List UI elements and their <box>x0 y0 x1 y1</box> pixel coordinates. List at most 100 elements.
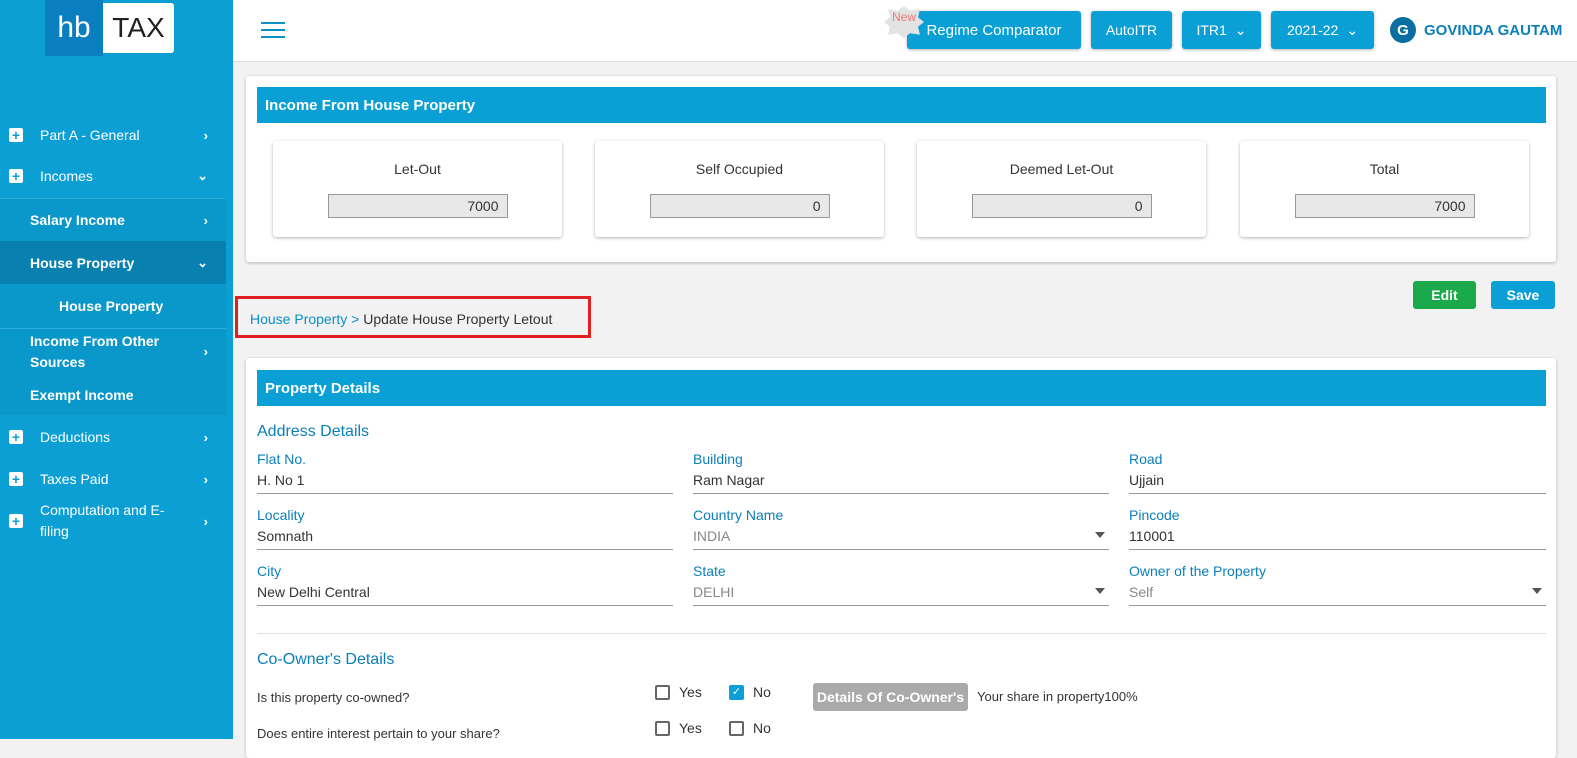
itr-value: ITR1 <box>1196 22 1227 38</box>
label: City <box>257 563 282 579</box>
user-menu[interactable]: G GOVINDA GAUTAM <box>1390 17 1562 43</box>
user-name: GOVINDA GAUTAM <box>1424 21 1563 39</box>
breadcrumb-house-property[interactable]: House Property > <box>250 311 359 327</box>
save-button[interactable]: Save <box>1491 281 1555 309</box>
breadcrumb: House Property > Update House Property L… <box>235 296 591 338</box>
plus-icon: + <box>9 128 23 142</box>
year-dropdown[interactable]: 2021-22 ⌄ <box>1271 11 1374 49</box>
chevron-down-icon: ⌄ <box>197 168 208 183</box>
value[interactable]: New Delhi Central <box>257 584 673 606</box>
value[interactable]: Somnath <box>257 528 673 550</box>
label: Road <box>1129 451 1163 467</box>
share-text: Your share in property100% <box>977 689 1138 704</box>
sidebar-item-part-a[interactable]: + Part A - General › <box>0 121 226 149</box>
card-self-occupied: Self Occupied 0 <box>595 141 884 237</box>
interest-no-checkbox[interactable] <box>729 721 744 736</box>
card-value: 0 <box>971 194 1152 218</box>
card-value: 0 <box>649 194 830 218</box>
value[interactable]: Ujjain <box>1129 472 1546 494</box>
coowner-details-title: Co-Owner's Details <box>257 651 395 668</box>
sidebar-item-exempt-income[interactable]: Exempt Income <box>0 374 226 415</box>
menu-icon[interactable] <box>261 22 285 40</box>
value[interactable]: Ram Nagar <box>693 472 1109 494</box>
new-badge: New <box>884 6 924 38</box>
label: House Property <box>59 298 164 314</box>
road-field[interactable]: Road Ujjain <box>1129 451 1546 494</box>
value[interactable]: H. No 1 <box>257 472 673 494</box>
sidebar-item-house-property[interactable]: House Property ⌄ <box>0 241 226 284</box>
card-label: Total <box>1369 161 1400 177</box>
pincode-field[interactable]: Pincode 110001 <box>1129 507 1546 550</box>
label: Building <box>693 451 743 467</box>
sidebar: hb TAX + Part A - General › + Incomes ⌄ Salar… <box>0 0 233 739</box>
sidebar-item-deductions[interactable]: + Deductions › <box>0 423 226 451</box>
building-field[interactable]: Building Ram Nagar <box>693 451 1109 494</box>
card-label: Deemed Let-Out <box>1009 161 1114 177</box>
summary-title: Income From House Property <box>257 87 1546 123</box>
coowner-details-button[interactable]: Details Of Co-Owner's <box>813 683 968 711</box>
logo[interactable]: hb TAX <box>45 0 174 56</box>
chevron-down-icon: ⌄ <box>1346 21 1359 38</box>
no-label: No <box>753 684 771 700</box>
label: Pincode <box>1129 507 1180 523</box>
interest-yes-checkbox[interactable] <box>655 721 670 736</box>
breadcrumb-current: Update House Property Letout <box>363 311 553 327</box>
card-label: Let-Out <box>394 161 441 177</box>
regime-comparator-button[interactable]: Regime Comparator <box>907 11 1081 49</box>
sidebar-item-other-sources[interactable]: Income From Other Sources › <box>0 328 226 374</box>
sidebar-item-computation[interactable]: + Computation and E-filing › <box>0 500 226 542</box>
yes-label: Yes <box>679 684 702 700</box>
summary-panel: Income From House Property Let-Out 7000 S… <box>246 76 1556 262</box>
sidebar-subitem-house-property[interactable]: House Property <box>0 284 226 328</box>
itr-dropdown[interactable]: ITR1 ⌄ <box>1182 11 1261 49</box>
label: Part A - General <box>40 127 140 143</box>
label: Locality <box>257 507 305 523</box>
label: Salary Income <box>30 212 125 228</box>
edit-button[interactable]: Edit <box>1413 281 1476 309</box>
chevron-right-icon: › <box>203 344 208 359</box>
plus-icon: + <box>9 472 23 486</box>
label: Computation and E-filing <box>40 502 165 539</box>
chevron-right-icon: › <box>203 513 208 529</box>
value: INDIA <box>693 528 731 544</box>
card-value: 7000 <box>327 194 508 218</box>
no-label: No <box>753 720 771 736</box>
select[interactable]: DELHI <box>693 584 1109 606</box>
city-field[interactable]: City New Delhi Central <box>257 563 673 606</box>
select[interactable]: Self <box>1129 584 1546 606</box>
co-owned-no-checkbox[interactable]: ✓ <box>729 685 744 700</box>
locality-field[interactable]: Locality Somnath <box>257 507 673 550</box>
label: Incomes <box>40 168 93 184</box>
co-owned-question: Is this property co-owned? <box>257 690 410 705</box>
avatar: G <box>1390 17 1416 43</box>
label: Owner of the Property <box>1129 563 1266 579</box>
select[interactable]: INDIA <box>693 528 1109 550</box>
sidebar-item-incomes[interactable]: + Incomes ⌄ <box>0 162 226 190</box>
logo-hb: hb <box>45 0 103 56</box>
state-select[interactable]: State DELHI <box>693 563 1109 606</box>
label: Taxes Paid <box>40 471 109 487</box>
card-label: Self Occupied <box>695 161 784 177</box>
logo-tax: TAX <box>103 3 174 53</box>
value[interactable]: 110001 <box>1129 528 1546 550</box>
caret-down-icon <box>1532 588 1542 594</box>
owner-select[interactable]: Owner of the Property Self <box>1129 563 1546 606</box>
value: Self <box>1129 584 1154 600</box>
card-value: 7000 <box>1294 194 1475 218</box>
label: House Property <box>30 254 135 271</box>
label: Country Name <box>693 507 784 523</box>
sidebar-item-taxes-paid[interactable]: + Taxes Paid › <box>0 465 226 493</box>
value: DELHI <box>693 584 735 600</box>
co-owned-yes-checkbox[interactable] <box>655 685 670 700</box>
property-title: Property Details <box>257 370 1546 406</box>
flat-no-field[interactable]: Flat No. H. No 1 <box>257 451 673 494</box>
autoitr-button[interactable]: AutoITR <box>1091 11 1172 49</box>
plus-icon: + <box>9 514 23 528</box>
yes-label: Yes <box>679 720 702 736</box>
sidebar-item-salary-income[interactable]: Salary Income › <box>0 198 226 241</box>
chevron-right-icon: › <box>203 127 208 143</box>
plus-icon: + <box>9 430 23 444</box>
card-deemed-let-out: Deemed Let-Out 0 <box>917 141 1206 237</box>
country-select[interactable]: Country Name INDIA <box>693 507 1109 550</box>
chevron-down-icon: ⌄ <box>197 254 208 270</box>
